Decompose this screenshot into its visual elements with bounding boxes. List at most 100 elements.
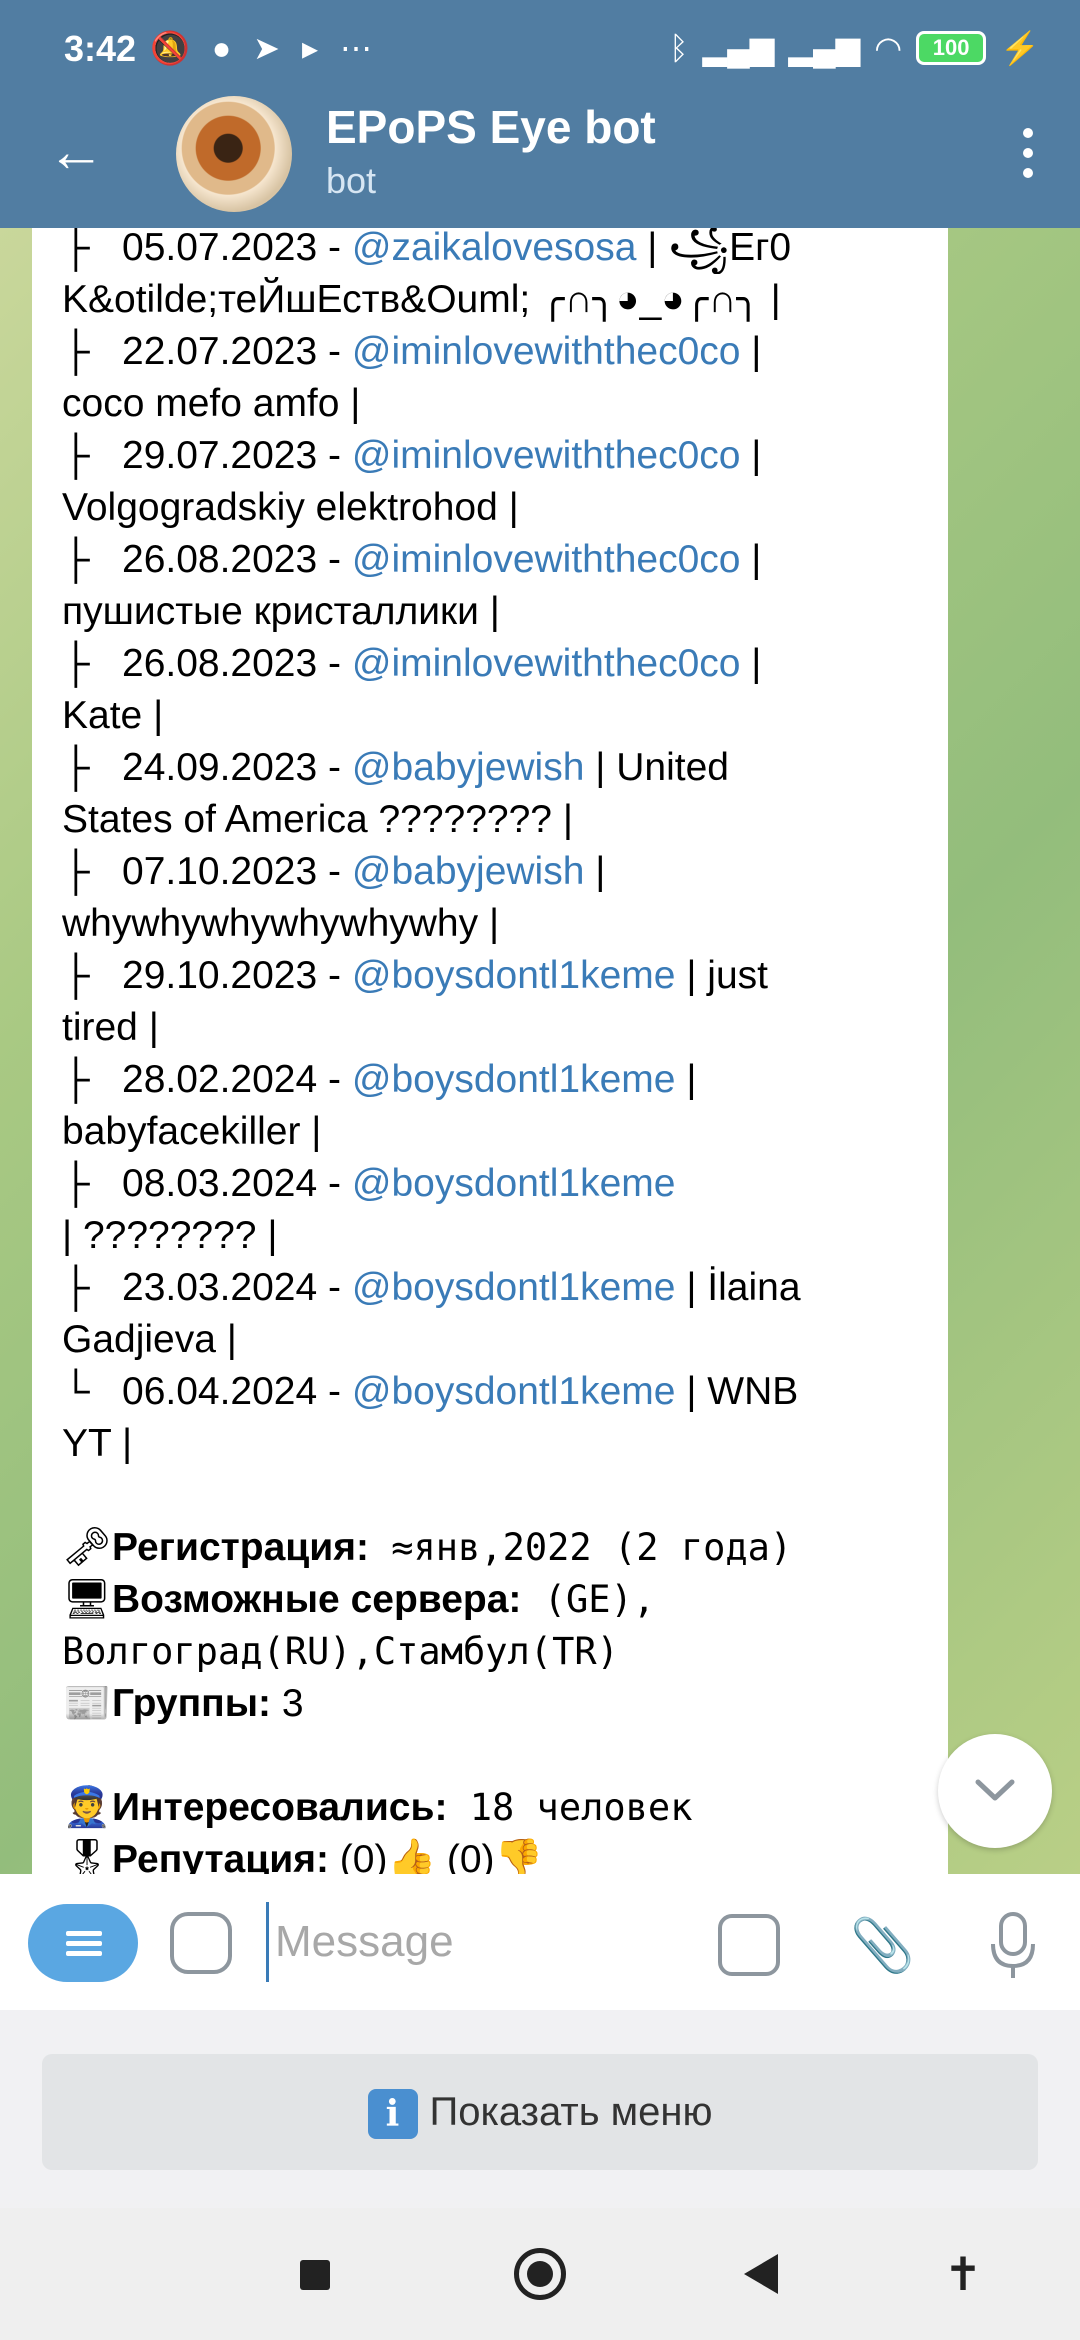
history-text: | just — [675, 954, 768, 997]
history-text: whywhywhywhywhywhy | — [62, 902, 500, 945]
history-line: ├ 26.08.2023 - @iminlovewiththec0co | — [62, 534, 942, 586]
more-notifications-icon: ⋯ — [340, 30, 373, 66]
history-text: tired | — [62, 1006, 159, 1049]
message-input[interactable] — [266, 1902, 686, 1982]
avatar[interactable] — [176, 96, 292, 212]
history-date: 23.03.2024 — [122, 1266, 318, 1309]
username-link[interactable]: @iminlovewiththec0co — [352, 330, 741, 373]
system-icons: ᛒ ▂▄▆ ▂▄▆ ◠ 100 ⚡ — [669, 28, 1040, 68]
username-link[interactable]: @boysdontl1keme — [352, 954, 676, 997]
history-date: 24.09.2023 — [122, 746, 318, 789]
system-nav-bar: ✝ — [0, 2208, 1080, 2340]
bot-commands-icon[interactable] — [718, 1914, 780, 1976]
history-line: ├ 05.07.2023 - @zaikalovesosa | ꧁Ег0 — [62, 228, 942, 274]
username-link[interactable]: @iminlovewiththec0co — [352, 434, 741, 477]
history-text: | — [675, 1058, 697, 1101]
history-text: babyfacekiller | — [62, 1110, 322, 1153]
history-date: 29.07.2023 — [122, 434, 318, 477]
history-text: | WNB — [675, 1370, 799, 1413]
username-link[interactable]: @iminlovewiththec0co — [352, 642, 741, 685]
history-text: пушистые кристаллики | — [62, 590, 500, 633]
history-text: coco mefo amfo | — [62, 382, 361, 425]
status-time: 3:42 — [64, 28, 137, 69]
accessibility-icon[interactable]: ✝ — [938, 2246, 988, 2302]
history-text: | — [740, 642, 762, 685]
tree-branch: └ — [62, 1370, 90, 1413]
telegram-icon: ➤ — [253, 30, 280, 66]
tree-branch: ├ — [62, 1266, 90, 1309]
scroll-down-button[interactable] — [938, 1734, 1052, 1848]
history-date: 05.07.2023 — [122, 228, 318, 269]
charging-icon: ⚡ — [1000, 30, 1040, 66]
show-menu-button[interactable]: i Показать меню — [42, 2054, 1038, 2170]
history-line: ├ 24.09.2023 - @babyjewish | United — [62, 742, 942, 794]
chat-area[interactable]: ├ 05.07.2023 - @zaikalovesosa | ꧁Ег0 K&oti… — [0, 228, 1080, 1874]
history-text: | — [740, 330, 762, 373]
tree-branch: ├ — [62, 850, 90, 893]
servers-line-cont: Волгоград(RU),Стамбул(TR) — [62, 1630, 619, 1673]
tree-branch: ├ — [62, 538, 90, 581]
history-line: ├ 22.07.2023 - @iminlovewiththec0co | — [62, 326, 942, 378]
history-text: | ???????? | — [62, 1214, 278, 1257]
history-line: ├ 07.10.2023 - @babyjewish | — [62, 846, 942, 898]
tree-branch: ├ — [62, 642, 90, 685]
signal-2-icon: ▂▄▆ — [788, 30, 861, 66]
history-text: | United — [584, 746, 729, 789]
recent-apps-icon[interactable] — [300, 2260, 330, 2290]
history-date: 29.10.2023 — [122, 954, 318, 997]
info-icon: i — [367, 2089, 418, 2140]
username-link[interactable]: @babyjewish — [352, 850, 585, 893]
username-link[interactable]: @iminlovewiththec0co — [352, 538, 741, 581]
history-text: K&otilde;теЙшЕств&Ouml; ╭∩╮◕_◕╭∩╮ | — [62, 278, 781, 321]
bot-keyboard-area: i Показать меню — [0, 2010, 1080, 2208]
history-line: ├ 28.02.2024 - @boysdontl1keme | — [62, 1054, 942, 1106]
officer-icon: 👮 — [62, 1786, 112, 1829]
wifi-icon: ◠ — [874, 30, 903, 66]
history-line: K&otilde;теЙшЕств&Ouml; ╭∩╮◕_◕╭∩╮ | — [62, 274, 942, 326]
notification-icons: 🔕 ● ➤ ▸ ⋯ — [150, 28, 372, 68]
history-text: Volgogradskiy elektrohod | — [62, 486, 519, 529]
username-link[interactable]: @boysdontl1keme — [352, 1370, 676, 1413]
app-header: 3:42 🔕 ● ➤ ▸ ⋯ ᛒ ▂▄▆ ▂▄▆ ◠ 100 ⚡ ← EPoPS… — [0, 0, 1080, 228]
history-line: Volgogradskiy elektrohod | — [62, 482, 942, 534]
chat-title[interactable]: EPoPS Eye bot — [326, 100, 656, 154]
reputation-line: 🎖Репутация: (0)👍 (0)👎 — [62, 1834, 942, 1874]
history-date: 26.08.2023 — [122, 642, 318, 685]
username-link[interactable]: @zaikalovesosa — [352, 228, 637, 269]
history-line: YT | — [62, 1418, 942, 1470]
username-link[interactable]: @babyjewish — [352, 746, 585, 789]
back-triangle-icon[interactable] — [744, 2254, 778, 2294]
key-icon: 🗝 — [62, 1526, 112, 1569]
history-date: 08.03.2024 — [122, 1162, 318, 1205]
servers-line: 🖥Возможные сервера: (GE), — [62, 1574, 942, 1626]
history-line: ├ 08.03.2024 - @boysdontl1keme — [62, 1158, 942, 1210]
newspaper-icon: 📰 — [62, 1682, 112, 1725]
username-link[interactable]: @boysdontl1keme — [352, 1162, 676, 1205]
more-vertical-icon[interactable] — [1016, 124, 1040, 184]
medal-icon: 🎖 — [62, 1838, 112, 1874]
play-icon: ▸ — [301, 30, 319, 66]
tree-branch: ├ — [62, 434, 90, 477]
username-link[interactable]: @boysdontl1keme — [352, 1266, 676, 1309]
home-icon[interactable] — [514, 2248, 566, 2300]
tree-branch: ├ — [62, 954, 90, 997]
history-text: YT | — [62, 1422, 133, 1465]
bot-menu-button[interactable] — [28, 1904, 138, 1982]
registration-line: 🗝Регистрация: ≈янв,2022 (2 года) — [62, 1522, 942, 1574]
username-link[interactable]: @boysdontl1keme — [352, 1058, 676, 1101]
sticker-icon[interactable] — [170, 1912, 232, 1974]
tree-branch: ├ — [62, 1162, 90, 1205]
back-arrow-icon[interactable]: ← — [44, 120, 108, 184]
history-date: 22.07.2023 — [122, 330, 318, 373]
history-text: Gadjieva | — [62, 1318, 237, 1361]
groups-line: 📰Группы: 3 — [62, 1678, 942, 1730]
history-text: | — [740, 538, 762, 581]
message-bubble[interactable]: ├ 05.07.2023 - @zaikalovesosa | ꧁Ег0 K&oti… — [32, 228, 948, 1874]
tree-branch: ├ — [62, 1058, 90, 1101]
attach-icon[interactable]: 📎 — [850, 1914, 915, 1978]
microphone-icon[interactable] — [986, 1910, 1040, 1982]
history-date: 06.04.2024 — [122, 1370, 318, 1413]
history-line: ├ 23.03.2024 - @boysdontl1keme | İlaina — [62, 1262, 942, 1314]
history-line: | ???????? | — [62, 1210, 942, 1262]
computer-icon: 🖥 — [62, 1578, 112, 1621]
